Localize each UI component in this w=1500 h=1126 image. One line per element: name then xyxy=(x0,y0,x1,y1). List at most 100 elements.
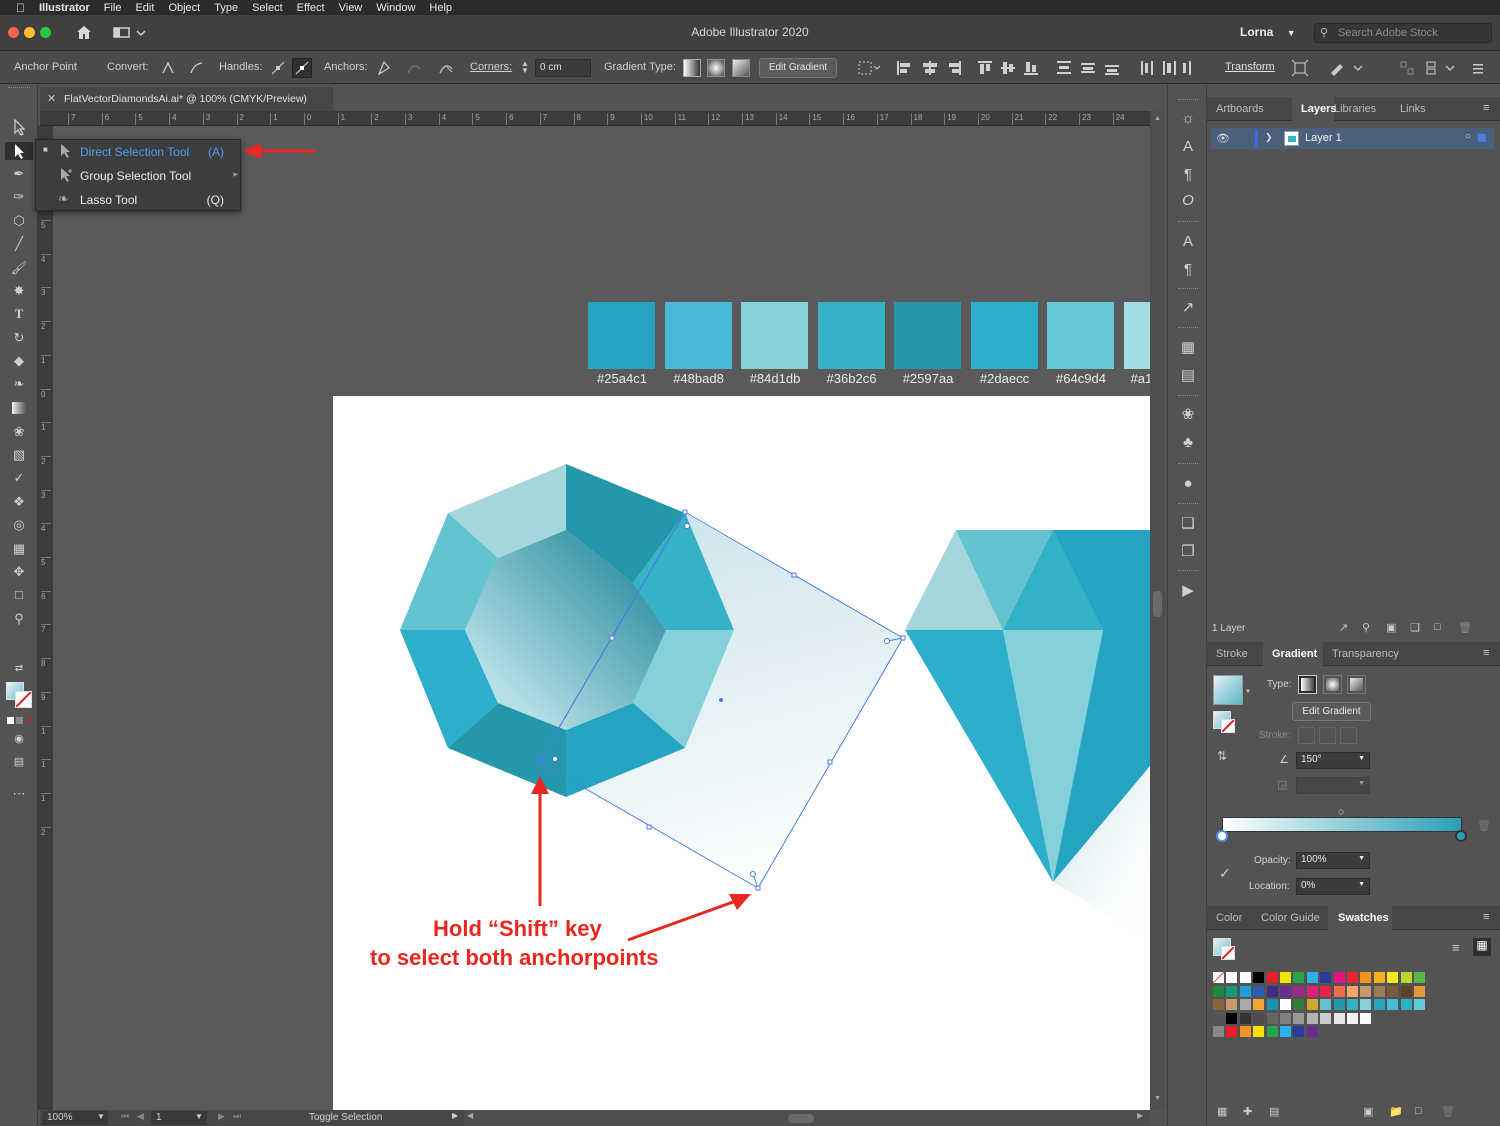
panel-group-grip[interactable] xyxy=(1178,288,1198,291)
tab-color-guide[interactable]: Color Guide xyxy=(1261,912,1320,924)
make-clipping-mask-icon[interactable]: ▣ xyxy=(1386,621,1396,634)
location-field[interactable]: 0% ▼ xyxy=(1296,878,1370,895)
curvature-tool-icon[interactable]: ✑ xyxy=(9,188,29,206)
layer-row[interactable]: 👁 ❯ Layer 1 ○ xyxy=(1211,128,1494,149)
symbols-icon[interactable]: ♣ xyxy=(1178,433,1198,453)
stock-search-input[interactable]: ⚲ Search Adobe Stock xyxy=(1314,23,1492,43)
layer-name[interactable]: Layer 1 xyxy=(1305,132,1342,144)
swatch-chip[interactable] xyxy=(1239,972,1251,983)
swatch-chip[interactable] xyxy=(1226,999,1238,1010)
puppet-warp-tool-icon[interactable]: ✥ xyxy=(9,563,29,581)
corners-label[interactable]: Corners: xyxy=(470,61,512,73)
swatch-chip[interactable] xyxy=(1414,972,1425,983)
show-kinds-icon[interactable]: ▤ xyxy=(1269,1105,1279,1118)
flyout-item-group-selection[interactable]: Group Selection Tool ▶ xyxy=(36,164,240,188)
swatch-chip[interactable] xyxy=(1226,972,1238,983)
opacity-field[interactable]: 100% ▼ xyxy=(1296,852,1370,869)
zoom-tool-icon[interactable]: ⚲ xyxy=(9,610,29,628)
swatch-chip[interactable] xyxy=(1226,985,1238,997)
swatch-chip[interactable] xyxy=(1373,972,1385,983)
linear-gradient-icon[interactable] xyxy=(683,59,701,77)
character-icon[interactable]: A xyxy=(1178,137,1198,157)
swatch-chip[interactable] xyxy=(1360,1012,1372,1024)
swatch-chip[interactable] xyxy=(1306,1026,1318,1037)
horizontal-ruler[interactable]: 7 6 5 4 3 2 1 0 1 2 3 4 5 6 7 8 9 10 11 12 13 14 15 16 17 18 19 20 2… xyxy=(40,111,1150,126)
tab-libraries[interactable]: Libraries xyxy=(1334,103,1376,115)
tab-swatches[interactable]: Swatches xyxy=(1338,912,1389,924)
hide-handles-icon[interactable] xyxy=(292,58,312,78)
freeform-type-button[interactable] xyxy=(1347,675,1366,694)
swatch-chip[interactable] xyxy=(1373,999,1385,1010)
linear-type-button[interactable] xyxy=(1298,675,1317,694)
panel-group-grip[interactable] xyxy=(1178,570,1198,573)
swatch-chip[interactable] xyxy=(1333,972,1345,983)
gradient-stop-start[interactable] xyxy=(1216,830,1228,842)
swatch-chip[interactable] xyxy=(1213,985,1224,997)
tab-links[interactable]: Links xyxy=(1400,103,1426,115)
swatch-chip[interactable] xyxy=(1239,1012,1251,1024)
corners-value-field[interactable]: 0 cm xyxy=(535,59,591,77)
swatch-chip[interactable] xyxy=(1347,1012,1358,1024)
swatch-chip[interactable] xyxy=(1387,999,1399,1010)
corners-stepper-icon[interactable]: ▲ ▼ xyxy=(521,60,531,76)
horizontal-scroll-thumb[interactable] xyxy=(788,1114,814,1123)
swatch-chip[interactable] xyxy=(1320,985,1332,997)
connect-anchors-icon[interactable] xyxy=(405,59,423,77)
swatch-options-icon[interactable]: ▣ xyxy=(1363,1105,1373,1118)
tab-stroke[interactable]: Stroke xyxy=(1216,648,1248,660)
tab-gradient[interactable]: Gradient xyxy=(1272,648,1317,660)
first-artboard-icon[interactable]: ⏮ xyxy=(121,1111,129,1122)
target-icon[interactable]: ○ xyxy=(1465,131,1471,142)
eraser-tool-icon[interactable]: ◆ xyxy=(9,352,29,370)
scroll-left-icon[interactable]: ◀ xyxy=(467,1111,473,1120)
swatch-chip[interactable] xyxy=(1414,999,1425,1010)
cut-path-icon[interactable] xyxy=(437,59,455,77)
export-icon[interactable]: ↗ xyxy=(1178,298,1198,318)
apple-icon[interactable]:  xyxy=(16,1,25,15)
swatch-chip[interactable] xyxy=(1280,985,1291,997)
draw-mode-icon[interactable] xyxy=(7,716,33,725)
swatch-chip[interactable] xyxy=(1360,972,1372,983)
scroll-up-icon[interactable]: ▲ xyxy=(1154,115,1161,122)
close-document-icon[interactable]: ✕ xyxy=(47,92,56,105)
swatch-chip[interactable] xyxy=(1253,985,1265,997)
swatch-chip[interactable] xyxy=(1280,999,1291,1010)
shape-tool-icon[interactable]: ⬡ xyxy=(9,212,29,230)
swatch-chip[interactable] xyxy=(1400,999,1412,1010)
swatch-chip[interactable] xyxy=(1226,1012,1238,1024)
swatch-chip[interactable] xyxy=(1306,985,1318,997)
menu-app-name[interactable]: Illustrator xyxy=(39,2,90,14)
menu-edit[interactable]: Edit xyxy=(135,2,154,14)
selection-indicator[interactable] xyxy=(1478,134,1486,142)
panel-group-grip[interactable] xyxy=(1178,221,1198,224)
character-styles-icon[interactable]: A xyxy=(1178,232,1198,252)
screen-mode-icon[interactable]: ▤ xyxy=(9,753,29,771)
direct-selection-tool-icon[interactable] xyxy=(5,142,33,160)
canvas-area[interactable]: #25a4c1 #48bad8 #84d1db #36b2c6 #2597aa #2dae… xyxy=(53,126,1150,1110)
delete-swatch-icon[interactable]: 🗑 xyxy=(1441,1105,1455,1118)
radial-type-button[interactable] xyxy=(1323,675,1342,694)
new-layer-icon[interactable]: □ xyxy=(1434,621,1441,633)
asset-export-icon[interactable]: ❐ xyxy=(1178,542,1198,562)
panel-group-grip[interactable] xyxy=(1178,463,1198,466)
swatch-chip[interactable] xyxy=(1387,985,1399,997)
swatch-libraries-icon[interactable]: ▦ xyxy=(1217,1105,1227,1118)
artboard-tool-icon[interactable]: □ xyxy=(9,586,29,604)
menu-view[interactable]: View xyxy=(339,2,363,14)
stroke-color-swatch[interactable] xyxy=(15,691,32,708)
pathfinder-icon[interactable]: ❏ xyxy=(1178,514,1198,534)
lasso-tool-icon[interactable]: ❧ xyxy=(9,375,29,393)
eyedropper-tool-icon[interactable]: ✓ xyxy=(9,469,29,487)
delete-layer-icon[interactable]: 🗑 xyxy=(1458,621,1472,634)
swap-fill-stroke-icon[interactable]: ⇄ xyxy=(9,660,29,678)
swatch-chip[interactable] xyxy=(1320,999,1332,1010)
swatch-chip[interactable] xyxy=(1360,999,1372,1010)
swatch-chip[interactable] xyxy=(1414,985,1425,997)
swatch-chip[interactable] xyxy=(1213,972,1224,983)
gradient-stop-end[interactable] xyxy=(1455,830,1467,842)
panel-menu-icon[interactable]: ≡ xyxy=(1483,911,1489,923)
swatch-chip[interactable] xyxy=(1226,1026,1238,1037)
shape-builder-tool-icon[interactable]: ◎ xyxy=(9,516,29,534)
draw-inside-icon[interactable]: ◉ xyxy=(9,730,29,748)
swatch-chip[interactable] xyxy=(1213,1026,1224,1037)
